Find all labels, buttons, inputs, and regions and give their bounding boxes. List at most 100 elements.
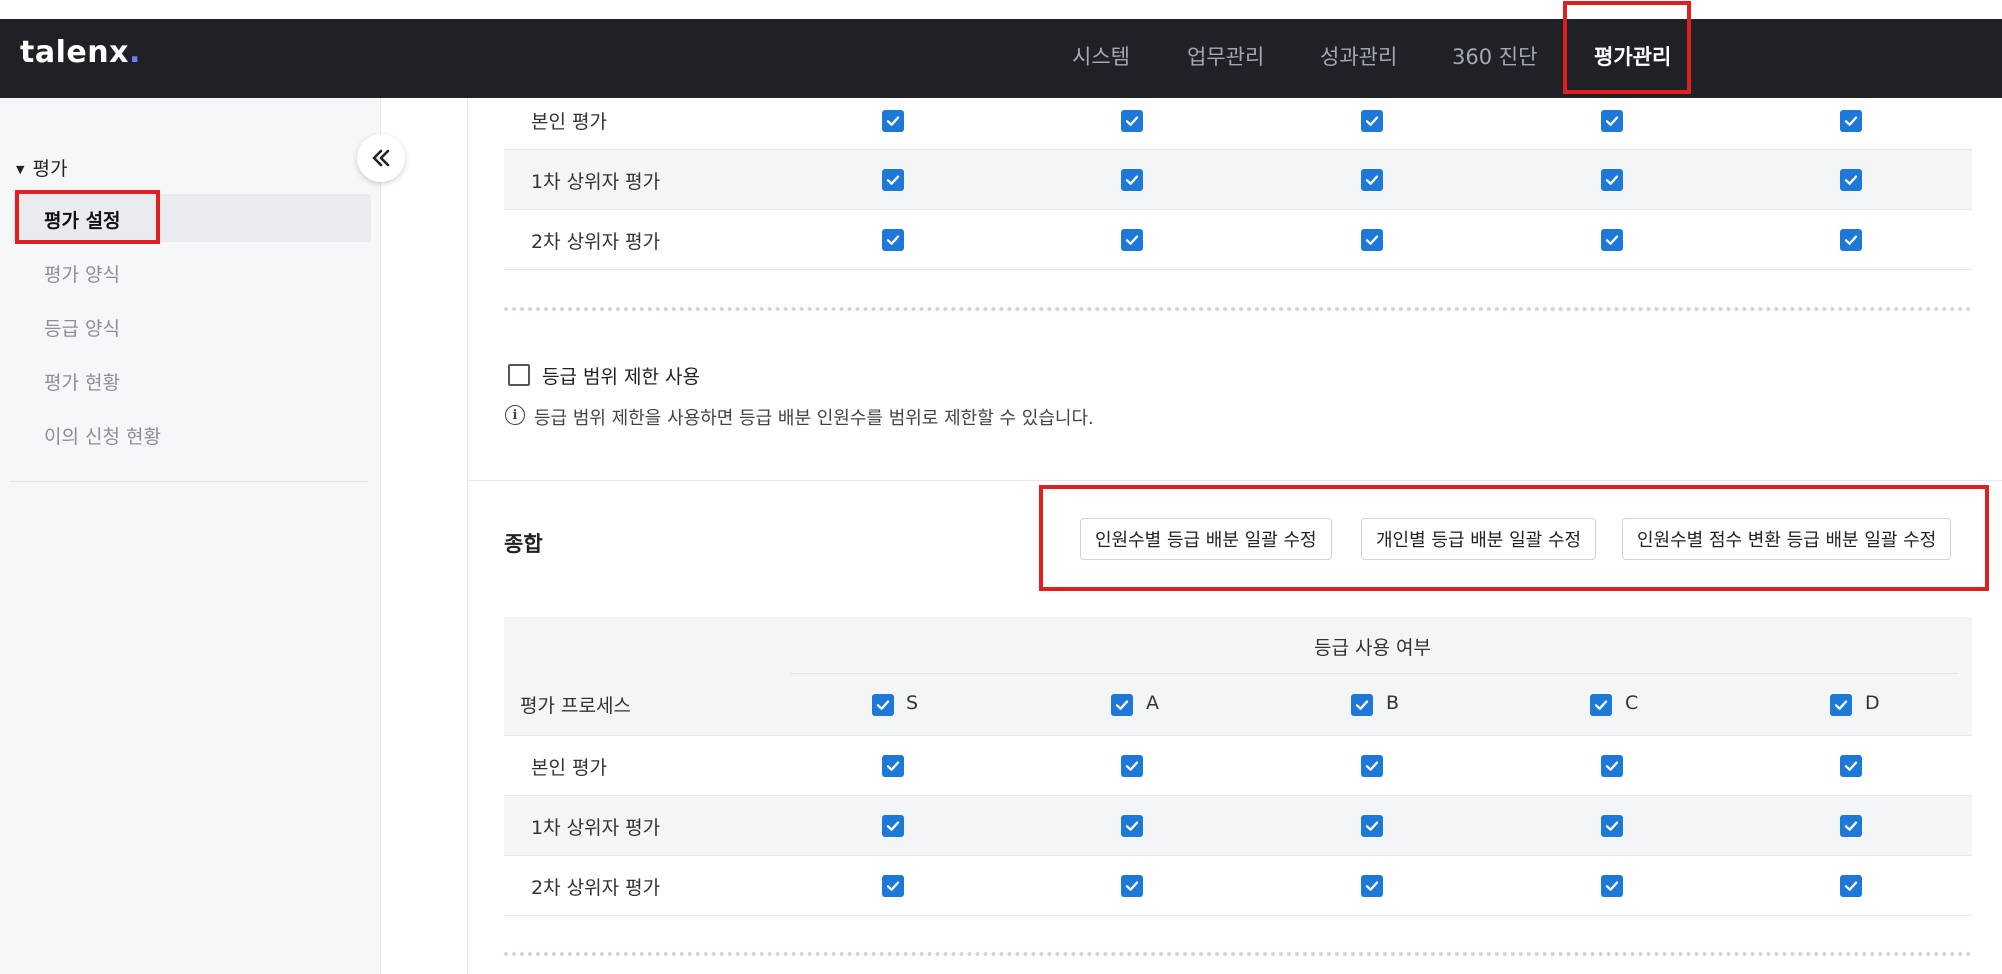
row-label: 2차 상위자 평가 (531, 231, 661, 253)
main-left-border (467, 98, 468, 974)
row-checkbox[interactable] (1121, 755, 1143, 777)
highlight-box-nav (1563, 1, 1691, 94)
check-icon (1834, 700, 1848, 710)
check-icon (1844, 761, 1858, 771)
check-icon (1125, 235, 1139, 245)
check-icon (1844, 235, 1858, 245)
nav-work-management[interactable]: 업무관리 (1187, 41, 1264, 71)
grade-d-label: D (1865, 692, 1880, 714)
sidebar-item-appeal-status[interactable]: 이의 신청 현황 (44, 422, 161, 449)
check-icon (1365, 821, 1379, 831)
row-checkbox[interactable] (1601, 229, 1623, 251)
row-checkbox[interactable] (1601, 815, 1623, 837)
section-divider (468, 480, 2002, 481)
dotted-divider (504, 307, 1972, 311)
check-icon (1365, 881, 1379, 891)
grade-enable-checkbox[interactable] (1590, 694, 1612, 716)
row-label: 1차 상위자 평가 (531, 817, 661, 839)
grade-range-checkbox[interactable] (508, 364, 530, 386)
table-row: 본인 평가 (504, 91, 1972, 150)
row-checkbox[interactable] (1121, 229, 1143, 251)
row-checkbox[interactable] (1601, 875, 1623, 897)
row-checkbox[interactable] (1361, 815, 1383, 837)
process-header: 평가 프로세스 (520, 695, 631, 717)
row-checkbox[interactable] (1840, 755, 1862, 777)
check-icon (886, 761, 900, 771)
row-checkbox[interactable] (882, 875, 904, 897)
table-row: 본인 평가 (504, 736, 1972, 796)
row-checkbox[interactable] (882, 229, 904, 251)
check-icon (876, 700, 890, 710)
row-checkbox[interactable] (882, 110, 904, 132)
row-checkbox[interactable] (882, 755, 904, 777)
row-checkbox[interactable] (1361, 110, 1383, 132)
check-icon (886, 881, 900, 891)
check-icon (1365, 761, 1379, 771)
highlight-box-sidebar (15, 190, 160, 244)
row-checkbox[interactable] (1840, 110, 1862, 132)
row-checkbox[interactable] (1121, 875, 1143, 897)
check-icon (1844, 116, 1858, 126)
row-checkbox[interactable] (1121, 169, 1143, 191)
check-icon (1605, 821, 1619, 831)
check-icon (886, 235, 900, 245)
collapse-sidebar-button[interactable] (357, 134, 405, 182)
row-checkbox[interactable] (1840, 229, 1862, 251)
row-checkbox[interactable] (1601, 110, 1623, 132)
grade-s-label: S (906, 692, 919, 714)
check-icon (1355, 700, 1369, 710)
grade-range-label: 등급 범위 제한 사용 (542, 366, 700, 388)
talenx-logo[interactable]: talenx. (20, 35, 141, 70)
row-label: 2차 상위자 평가 (531, 877, 661, 899)
dotted-divider (504, 952, 1972, 956)
sidebar-item-evaluation-status[interactable]: 평가 현황 (44, 368, 120, 395)
check-icon (1125, 175, 1139, 185)
row-checkbox[interactable] (1361, 169, 1383, 191)
grade-enable-checkbox[interactable] (1111, 694, 1133, 716)
check-icon (886, 821, 900, 831)
row-checkbox[interactable] (1601, 755, 1623, 777)
check-icon (1125, 116, 1139, 126)
sidebar-divider (10, 481, 368, 482)
sidebar-item-evaluation-forms[interactable]: 평가 양식 (44, 260, 120, 287)
check-icon (886, 175, 900, 185)
grade-c-label: C (1625, 692, 1639, 714)
highlight-box-buttons (1039, 485, 1989, 591)
check-icon (1125, 881, 1139, 891)
grade-table-header: 등급 사용 여부 평가 프로세스 S A B C D (504, 617, 1972, 736)
grade-enable-checkbox[interactable] (872, 694, 894, 716)
check-icon (1605, 881, 1619, 891)
row-checkbox[interactable] (1361, 875, 1383, 897)
grade-a-label: A (1146, 692, 1159, 714)
check-icon (1605, 175, 1619, 185)
row-checkbox[interactable] (882, 815, 904, 837)
nav-360-diagnosis[interactable]: 360 진단 (1452, 41, 1537, 71)
nav-performance-management[interactable]: 성과관리 (1320, 41, 1397, 71)
row-checkbox[interactable] (1121, 815, 1143, 837)
table-row: 2차 상위자 평가 (504, 210, 1972, 270)
row-checkbox[interactable] (1840, 815, 1862, 837)
row-checkbox[interactable] (882, 169, 904, 191)
check-icon (1115, 700, 1129, 710)
nav-system[interactable]: 시스템 (1072, 41, 1130, 71)
row-checkbox[interactable] (1601, 169, 1623, 191)
row-checkbox[interactable] (1121, 110, 1143, 132)
row-checkbox[interactable] (1840, 169, 1862, 191)
grade-range-info: 등급 범위 제한을 사용하면 등급 배분 인원수를 범위로 제한할 수 있습니다… (534, 408, 1094, 429)
check-icon (1844, 821, 1858, 831)
row-label: 1차 상위자 평가 (531, 171, 661, 193)
sidebar: ▼ 평가 평가 설정 평가 양식 등급 양식 평가 현황 이의 신청 현황 (0, 98, 381, 974)
check-icon (1605, 116, 1619, 126)
check-icon (1605, 235, 1619, 245)
grade-enable-checkbox[interactable] (1830, 694, 1852, 716)
sidebar-item-grade-forms[interactable]: 등급 양식 (44, 314, 120, 341)
sidebar-group-evaluation[interactable]: ▼ 평가 (16, 154, 67, 181)
row-checkbox[interactable] (1361, 755, 1383, 777)
row-checkbox[interactable] (1361, 229, 1383, 251)
info-icon: i (505, 405, 525, 425)
summary-title: 종합 (504, 532, 543, 556)
row-checkbox[interactable] (1840, 875, 1862, 897)
grade-enable-checkbox[interactable] (1351, 694, 1373, 716)
table-row: 1차 상위자 평가 (504, 150, 1972, 210)
check-icon (1125, 761, 1139, 771)
